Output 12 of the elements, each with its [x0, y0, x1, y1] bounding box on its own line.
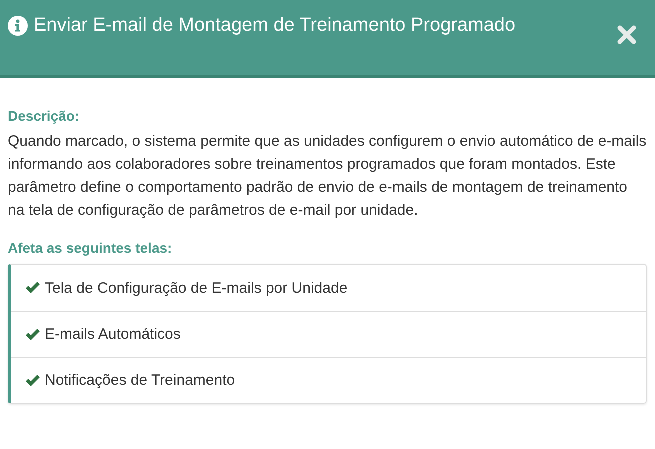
info-icon — [8, 16, 28, 36]
check-icon — [25, 374, 41, 388]
screen-name: Notificações de Treinamento — [45, 372, 236, 389]
screen-name: E-mails Automáticos — [45, 326, 181, 343]
section-label: Descrição: — [8, 108, 81, 124]
screen-name: Tela de Configuração de E-mails por Unidade — [45, 280, 348, 296]
section-label: Afeta as seguintes telas: — [8, 240, 174, 256]
close-button[interactable] — [617, 25, 637, 45]
check-icon — [25, 328, 41, 342]
check-icon — [25, 281, 41, 295]
dialog-title: Enviar E-mail de Montagem de Treinamento Programado — [34, 15, 516, 37]
description-text: Quando marcado, o sistema permite que as unidades configurem o envio automático de e-mails informando aos colaboradores sobre treinamentos programados que foram montados. Este parâmetro define o comportamento padrão de envio de e-mails de montagem de treinamento na tela de configuração de parâmetros de e-mail por unidade. — [8, 132, 647, 221]
